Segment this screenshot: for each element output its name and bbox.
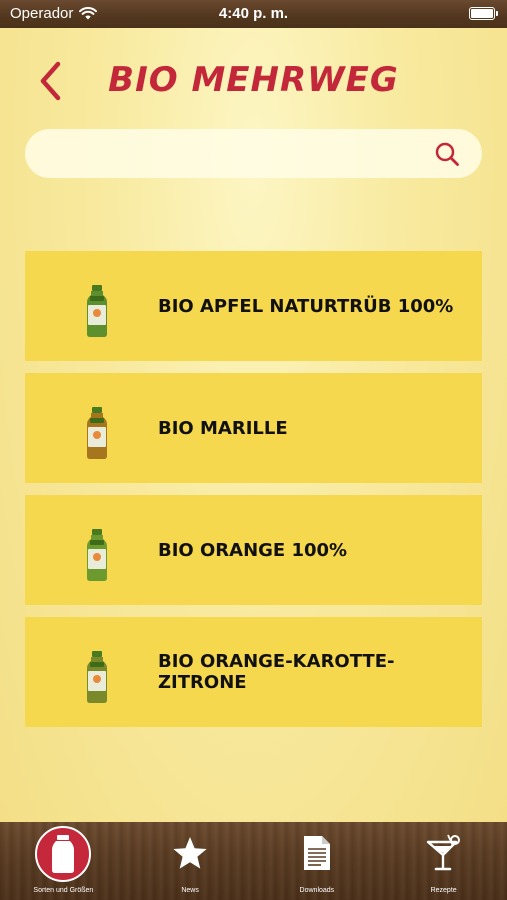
product-list-item[interactable]: BIO ORANGE-KAROTTE-ZITRONE [25, 617, 482, 727]
tab-bar: Sorten und Größen News Downloads Rezepte [0, 822, 507, 900]
search-input[interactable] [45, 129, 435, 178]
product-list-item[interactable]: BIO ORANGE 100% [25, 495, 482, 605]
product-list: BIO APFEL NATURTRÜB 100% BIO MARILLE BIO O… [25, 251, 482, 739]
tab-icon-wrap [303, 822, 331, 884]
juice-bottle-icon [87, 407, 107, 459]
status-time: 4:40 p. m. [218, 5, 289, 22]
product-name: BIO ORANGE-KAROTTE-ZITRONE [158, 651, 395, 693]
product-list-item[interactable]: BIO MARILLE [25, 373, 482, 483]
bottle-icon [52, 835, 75, 873]
juice-bottle-icon [87, 285, 107, 337]
search-bar[interactable] [25, 129, 482, 178]
product-name: BIO APFEL NATURTRÜB 100% [158, 295, 454, 317]
star-icon [173, 837, 207, 869]
tab-icon-wrap [172, 822, 208, 884]
tab-icon-wrap [35, 826, 92, 882]
tab-label: Sorten und Größen [33, 887, 94, 894]
search-icon[interactable] [434, 141, 460, 167]
product-list-item[interactable]: BIO APFEL NATURTRÜB 100% [25, 251, 482, 361]
tab-cocktail[interactable]: Rezepte [380, 822, 507, 900]
status-bar: Operador 4:40 p. m. [0, 0, 507, 28]
cocktail-icon [426, 834, 460, 871]
product-name: BIO MARILLE [158, 417, 288, 439]
tab-star[interactable]: News [127, 822, 254, 900]
battery-icon [469, 7, 498, 20]
page-title: BIO MEHRWEG [108, 60, 399, 100]
tab-icon-wrap [426, 822, 462, 884]
tab-bottle[interactable]: Sorten und Größen [0, 822, 127, 900]
tab-document[interactable]: Downloads [254, 822, 381, 900]
juice-bottle-icon [87, 651, 107, 703]
tab-label: Rezepte [430, 887, 457, 894]
document-icon [303, 836, 330, 870]
tab-label: Downloads [299, 887, 335, 894]
product-name: BIO ORANGE 100% [158, 539, 348, 561]
tab-label: News [181, 887, 199, 894]
juice-bottle-icon [87, 529, 107, 581]
